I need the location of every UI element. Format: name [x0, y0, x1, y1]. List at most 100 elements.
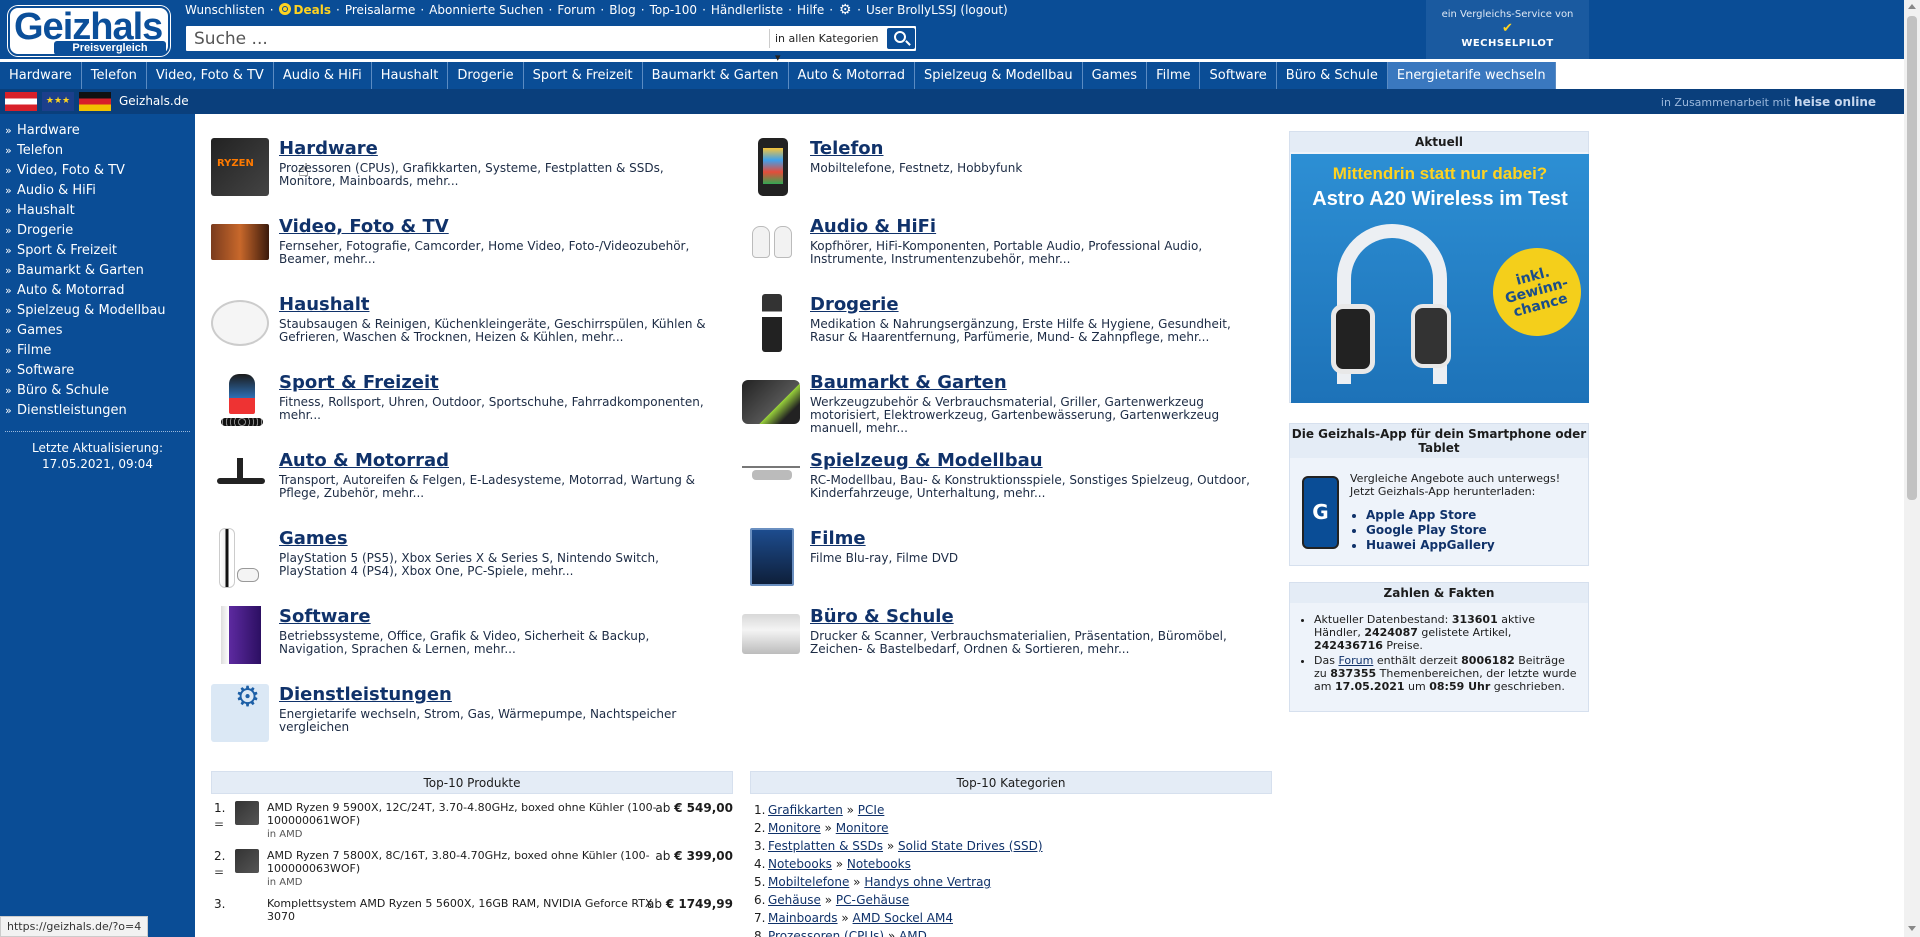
gear-icon[interactable]: ⚙ [838, 3, 852, 17]
scroll-down-arrow-icon[interactable] [1908, 926, 1916, 931]
sidebar-item[interactable]: » Software [0, 361, 195, 381]
subcategory-link[interactable]: PCIe [858, 803, 885, 817]
category-tile[interactable]: HardwareProzessoren (CPUs), Grafikkarten… [195, 132, 725, 204]
robot-vacuum-image[interactable] [211, 300, 269, 346]
nav-item-2[interactable]: Video, Foto & TV [146, 62, 274, 89]
nav-item-11[interactable]: Filme [1147, 62, 1201, 89]
sidebar-item[interactable]: » Sport & Freizeit [0, 241, 195, 261]
toplink-1[interactable]: Deals [278, 3, 331, 17]
category-tile[interactable]: Baumarkt & Garten Werkzeugzubehör & Verbr… [726, 366, 1256, 438]
ad-banner[interactable]: Mittendrin statt nur dabei? Astro A20 Wi… [1291, 154, 1589, 403]
subcategory-link[interactable]: Handys ohne Vertrag [864, 875, 991, 889]
category-tile[interactable]: Spielzeug & Modellbau RC-Modellbau, Bau- … [726, 444, 1256, 516]
toplink-6[interactable]: Top-100 [650, 3, 697, 17]
category-select[interactable]: in allen Kategorien ▾ [769, 29, 879, 64]
sidebar-item[interactable]: » Auto & Motorrad [0, 281, 195, 301]
nav-item-4[interactable]: Haushalt [371, 62, 449, 89]
toplink-2[interactable]: Preisalarme [345, 3, 416, 17]
nav-item-3[interactable]: Audio & HiFi [273, 62, 372, 89]
sidebar-item[interactable]: » Telefon [0, 141, 195, 161]
toplink-0[interactable]: Wunschlisten [185, 3, 265, 17]
scooter-image[interactable] [211, 458, 269, 492]
nav-item-1[interactable]: Telefon [81, 62, 147, 89]
category-title[interactable]: Büro & Schule [810, 606, 954, 627]
category-tile[interactable]: Auto & Motorrad Transport, Autoreifen & F… [195, 444, 725, 516]
nav-item-10[interactable]: Games [1082, 62, 1148, 89]
category-title[interactable]: Baumarkt & Garten [810, 372, 1007, 393]
austria-flag-icon[interactable] [5, 92, 37, 111]
nav-item-0[interactable]: Hardware [0, 62, 82, 89]
bluray-image[interactable] [750, 528, 794, 586]
nav-energy-tariffs[interactable]: Energietarife wechseln [1387, 62, 1556, 89]
nav-item-13[interactable]: Büro & Schule [1276, 62, 1388, 89]
nav-item-5[interactable]: Drogerie [448, 62, 524, 89]
nav-item-7[interactable]: Baumarkt & Garten [642, 62, 789, 89]
sidebar-item[interactable]: » Büro & Schule [0, 381, 195, 401]
category-title[interactable]: Audio & HiFi [810, 216, 936, 237]
sidebar-item[interactable]: » Filme [0, 341, 195, 361]
product-title[interactable]: AMD Ryzen 9 5900X, 12C/24T, 3.70-4.80GHz… [267, 801, 667, 827]
nav-item-12[interactable]: Software [1200, 62, 1277, 89]
eu-flag-icon[interactable]: ★★★ [42, 92, 74, 111]
category-tile[interactable]: Filme Filme Blu-ray, Filme DVD [726, 522, 1256, 594]
toplink-3[interactable]: Abonnierte Suchen [429, 3, 543, 17]
sidebar-item[interactable]: » Haushalt [0, 201, 195, 221]
product-title[interactable]: AMD Ryzen 7 5800X, 8C/16T, 3.80-4.70GHz,… [267, 849, 667, 875]
product-image[interactable] [235, 849, 259, 873]
store-link[interactable]: Huawei AppGallery [1366, 538, 1495, 553]
category-tile[interactable]: DienstleistungenEnergietarife wechseln, … [195, 678, 725, 750]
category-title[interactable]: Hardware [279, 138, 378, 159]
category-tile[interactable]: Telefon Mobiltelefone, Festnetz, Hobbyfun… [726, 132, 1256, 204]
category-link[interactable]: Festplatten & SSDs [768, 839, 883, 853]
category-title[interactable]: Telefon [810, 138, 884, 159]
sidebar-item[interactable]: » Video, Foto & TV [0, 161, 195, 181]
toplink-4[interactable]: Forum [557, 3, 595, 17]
document-gear-image[interactable] [211, 680, 269, 742]
category-tile[interactable]: Games PlayStation 5 (PS5), Xbox Series X … [195, 522, 725, 594]
category-link[interactable]: Mainboards [768, 911, 838, 925]
nav-item-6[interactable]: Sport & Freizeit [523, 62, 643, 89]
forum-link[interactable]: Forum [1338, 654, 1373, 667]
scroll-thumb[interactable] [1907, 16, 1917, 500]
table-row[interactable]: 3. Komplettsystem AMD Ryzen 5 5600X, 16GB… [211, 894, 733, 937]
phone-image[interactable] [758, 138, 788, 196]
category-tile[interactable]: Haushalt Staubsaugen & Reinigen, Küchenkl… [195, 288, 725, 360]
printer-image[interactable] [742, 614, 800, 654]
scroll-up-arrow-icon[interactable] [1908, 4, 1916, 9]
product-image[interactable] [235, 801, 259, 825]
category-link[interactable]: Notebooks [768, 857, 832, 871]
software-box-image[interactable] [221, 606, 261, 664]
category-link[interactable]: Grafikkarten [768, 803, 843, 817]
subcategory-link[interactable]: PC-Gehäuse [836, 893, 909, 907]
category-tile[interactable]: Audio & HiFi Kopfhörer, HiFi-Komponenten,… [726, 210, 1256, 282]
category-title[interactable]: Games [279, 528, 348, 549]
toplink-8[interactable]: Hilfe [797, 3, 824, 17]
subcategory-link[interactable]: Solid State Drives (SSD) [898, 839, 1043, 853]
table-row[interactable]: 1. = AMD Ryzen 9 5900X, 12C/24T, 3.70-4.80… [211, 798, 733, 846]
toplink-7[interactable]: Händlerliste [711, 3, 783, 17]
category-tile[interactable]: Drogerie Medikation & Nahrungsergänzung, … [726, 288, 1256, 360]
subcategory-link[interactable]: AMD Sockel AM4 [853, 911, 953, 925]
power-tool-image[interactable] [742, 380, 800, 424]
sidebar-item[interactable]: » Spielzeug & Modellbau [0, 301, 195, 321]
category-link[interactable]: Mobiltelefone [768, 875, 849, 889]
search-button[interactable] [887, 28, 915, 49]
sidebar-item[interactable]: » Games [0, 321, 195, 341]
nav-item-8[interactable]: Auto & Motorrad [788, 62, 916, 89]
category-title[interactable]: Drogerie [810, 294, 899, 315]
germany-flag-icon[interactable] [79, 92, 111, 111]
inline-skate-image[interactable] [211, 372, 269, 430]
earbuds-image[interactable] [742, 216, 800, 274]
drone-image[interactable] [742, 462, 800, 486]
category-tile[interactable]: Video, Foto & TV Fernseher, Fotografie, C… [195, 210, 725, 282]
category-title[interactable]: Video, Foto & TV [279, 216, 449, 237]
category-title[interactable]: Dienstleistungen [279, 684, 452, 705]
toplink-10[interactable]: User BrollyLSSJ (logout) [866, 3, 1008, 17]
sidebar-item[interactable]: » Baumarkt & Garten [0, 261, 195, 281]
product-title[interactable]: Komplettsystem AMD Ryzen 5 5600X, 16GB R… [267, 897, 667, 923]
subcategory-link[interactable]: Monitore [836, 821, 889, 835]
subcategory-link[interactable]: Notebooks [847, 857, 911, 871]
category-tile[interactable]: Software Betriebssysteme, Office, Grafik … [195, 600, 725, 672]
search-input[interactable] [186, 26, 766, 51]
ps5-image[interactable] [219, 528, 259, 588]
